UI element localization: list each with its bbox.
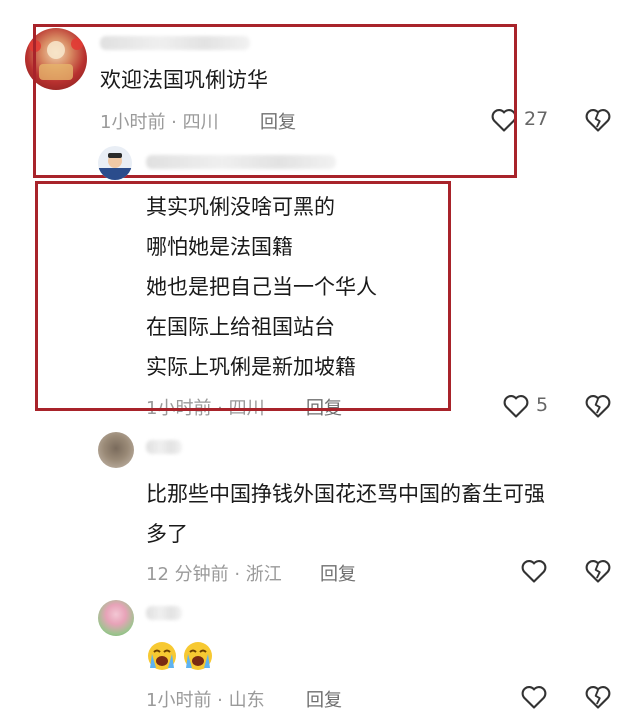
reply-button[interactable]: 回复: [320, 560, 356, 586]
like-count: 27: [524, 108, 549, 130]
broken-heart-icon[interactable]: [584, 393, 612, 419]
avatar[interactable]: [98, 146, 132, 180]
reply-button[interactable]: 回复: [306, 686, 342, 712]
highlight-box: [35, 181, 451, 411]
broken-heart-icon[interactable]: [584, 558, 612, 584]
username-blurred: [146, 155, 336, 169]
comment-meta: 12 分钟前 · 浙江: [146, 564, 282, 585]
like-count: 5: [536, 394, 549, 416]
loudly-crying-face-emoji: [184, 642, 212, 670]
comment-meta: 1小时前 · 山东: [146, 690, 265, 711]
comment-line: 比那些中国挣钱外国花还骂中国的畜生可强: [146, 482, 545, 506]
username-blurred: [146, 440, 182, 454]
avatar[interactable]: [98, 600, 134, 636]
heart-outline-icon[interactable]: [520, 558, 548, 584]
heart-outline-icon[interactable]: [520, 684, 548, 710]
avatar-image: [98, 153, 132, 180]
comment-line: 多了: [146, 522, 188, 546]
avatar[interactable]: [98, 432, 134, 468]
loudly-crying-face-emoji: [148, 642, 176, 670]
comment-text: 比那些中国挣钱外国花还骂中国的畜生可强 多了: [146, 474, 545, 554]
username-blurred: [146, 606, 182, 620]
broken-heart-icon[interactable]: [584, 684, 612, 710]
heart-outline-icon[interactable]: [502, 393, 530, 419]
broken-heart-icon[interactable]: [584, 107, 612, 133]
